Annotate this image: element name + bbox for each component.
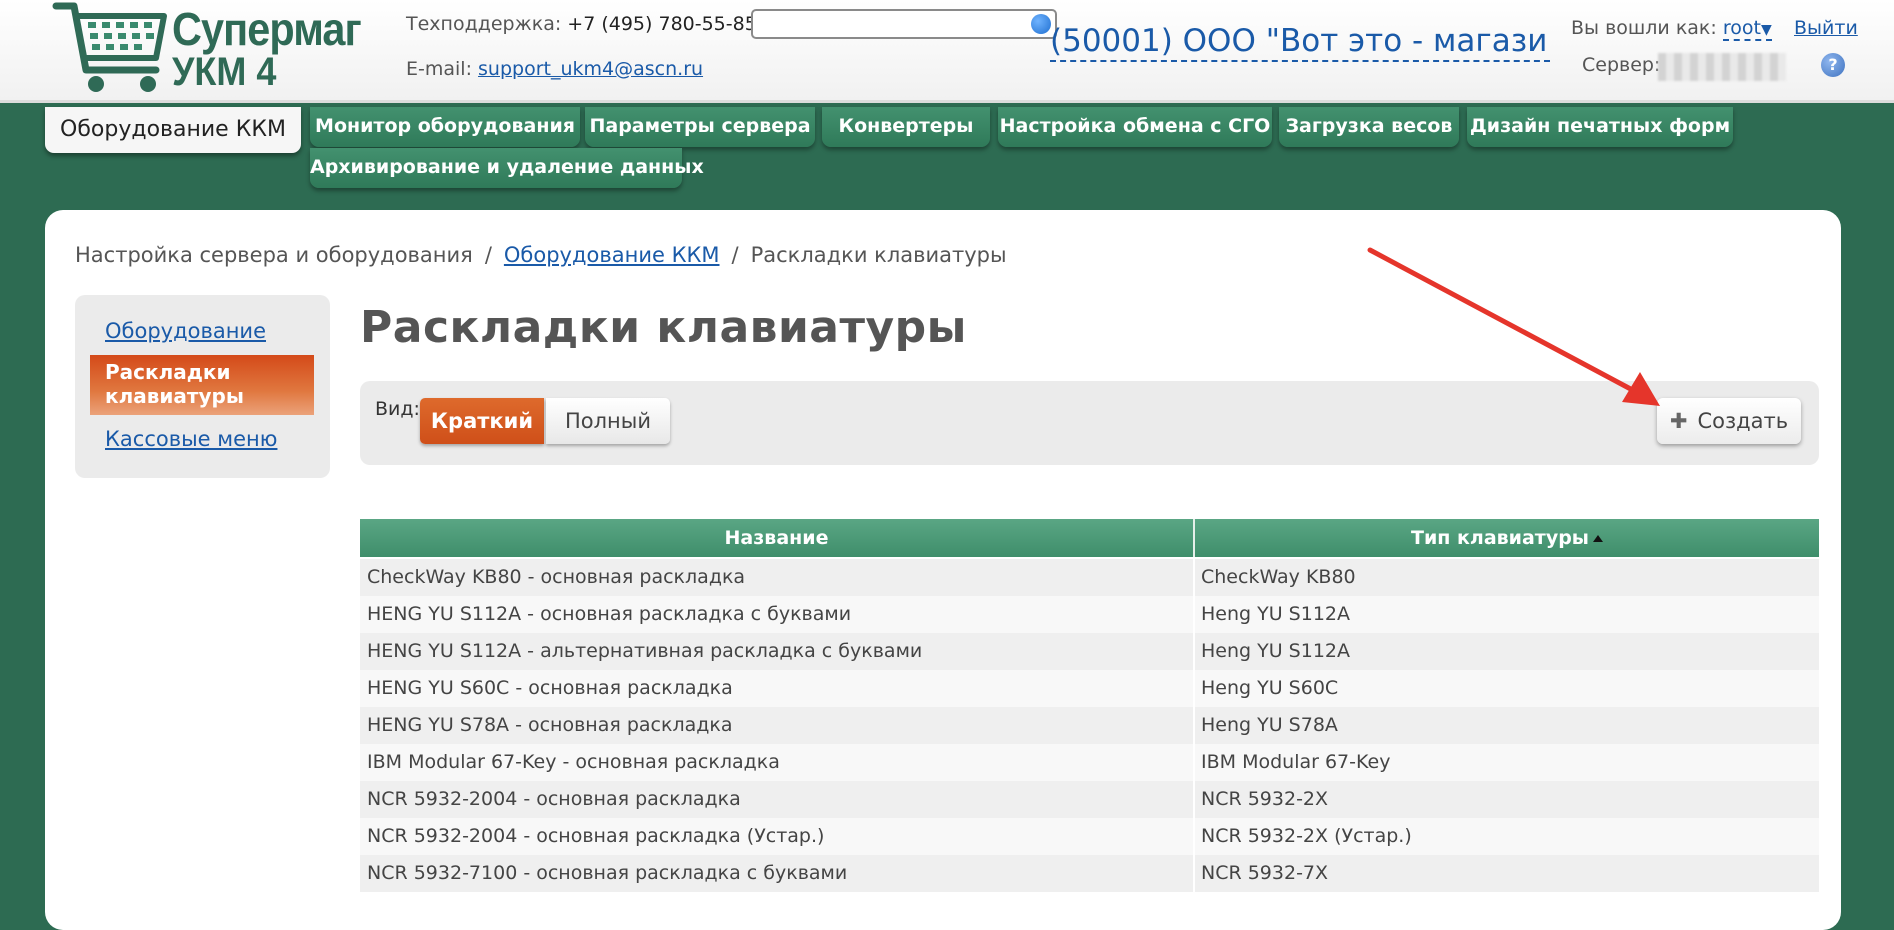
- support-email-block: E-mail: support_ukm4@ascn.ru: [406, 58, 703, 80]
- cell-name: HENG YU S60C - основная раскладка: [367, 677, 733, 699]
- user-name: root: [1722, 17, 1761, 39]
- header: Супермаг УКМ 4 Техподдержка: +7 (495) 78…: [0, 0, 1894, 103]
- sidebar-item-cash-menus[interactable]: Кассовые меню: [105, 427, 277, 451]
- table-row[interactable]: HENG YU S112A - альтернативная раскладка…: [360, 633, 1819, 670]
- search-box: [751, 9, 1057, 39]
- logo-line2: УКМ 4: [172, 50, 277, 94]
- table-row[interactable]: NCR 5932-2004 - основная раскладка NCR 59…: [360, 781, 1819, 818]
- cell-name: IBM Modular 67-Key - основная раскладка: [367, 751, 780, 773]
- help-icon[interactable]: ?: [1821, 53, 1845, 77]
- table-row[interactable]: HENG YU S60C - основная раскладка Heng YU…: [360, 670, 1819, 707]
- plus-icon: ✚: [1669, 409, 1688, 433]
- breadcrumb: Настройка сервера и оборудования / Оборудо…: [75, 243, 1007, 267]
- sidebar-item-equipment[interactable]: Оборудование: [105, 319, 266, 343]
- tab-archiving[interactable]: Архивирование и удаление данных: [310, 148, 704, 188]
- table-row[interactable]: NCR 5932-2004 - основная раскладка (Уста…: [360, 818, 1819, 855]
- server-label: Сервер:: [1582, 54, 1661, 76]
- logo[interactable]: Супермаг УКМ 4: [52, 0, 362, 98]
- column-header-name[interactable]: Название: [360, 519, 1193, 557]
- sidebar: Оборудование Раскладки клавиатуры Кассов…: [75, 295, 330, 478]
- column-header-label: Тип клавиатуры: [1411, 527, 1589, 549]
- view-short-button[interactable]: Краткий: [420, 398, 544, 444]
- cell-keyboard-type: NCR 5932-7X: [1201, 862, 1329, 884]
- support-phone-block: Техподдержка: +7 (495) 780-55-85: [406, 13, 757, 35]
- sort-ascending-icon: [1593, 535, 1603, 542]
- table-body: CheckWay KB80 - основная раскладка CheckW…: [360, 559, 1819, 892]
- search-icon[interactable]: [1031, 14, 1051, 34]
- logout-link[interactable]: Выйти: [1794, 17, 1858, 39]
- cell-name: HENG YU S112A - основная раскладка с бук…: [367, 603, 852, 625]
- tab-server-parameters[interactable]: Параметры сервера: [585, 107, 815, 147]
- tab-print-forms-design[interactable]: Дизайн печатных форм: [1467, 107, 1733, 147]
- sidebar-item-keyboard-layouts[interactable]: Раскладки клавиатуры: [90, 355, 314, 415]
- support-label: Техподдержка:: [406, 13, 562, 35]
- breadcrumb-link-kkm[interactable]: Оборудование ККМ: [504, 243, 720, 267]
- cell-name: HENG YU S78A - основная раскладка: [367, 714, 733, 736]
- email-label: E-mail:: [406, 58, 472, 80]
- breadcrumb-root: Настройка сервера и оборудования: [75, 243, 473, 267]
- column-header-label: Название: [724, 527, 829, 549]
- breadcrumb-current: Раскладки клавиатуры: [750, 243, 1007, 267]
- cell-name: NCR 5932-2004 - основная раскладка: [367, 788, 741, 810]
- support-phone: +7 (495) 780-55-85: [567, 13, 757, 35]
- shopping-cart-icon: [52, 2, 167, 92]
- view-full-button[interactable]: Полный: [546, 398, 670, 444]
- view-label: Вид:: [375, 398, 420, 420]
- column-header-keyboard-type[interactable]: Тип клавиатуры: [1195, 519, 1819, 557]
- tab-scales-loading[interactable]: Загрузка весов: [1279, 107, 1459, 147]
- cell-keyboard-type: Heng YU S112A: [1201, 640, 1350, 662]
- cell-keyboard-type: CheckWay KB80: [1201, 566, 1356, 588]
- table-row[interactable]: IBM Modular 67-Key - основная раскладка I…: [360, 744, 1819, 781]
- search-input[interactable]: [757, 13, 1031, 37]
- table-header: Название Тип клавиатуры: [360, 519, 1819, 557]
- cell-keyboard-type: NCR 5932-2X: [1201, 788, 1329, 810]
- table-row[interactable]: CheckWay KB80 - основная раскладка CheckW…: [360, 559, 1819, 596]
- user-menu[interactable]: root▼: [1722, 17, 1772, 41]
- page-title: Раскладки клавиатуры: [360, 302, 967, 353]
- logged-in-block: Вы вошли как: root▼: [1571, 17, 1772, 41]
- server-value-redacted: [1658, 53, 1786, 81]
- breadcrumb-separator: /: [731, 243, 739, 267]
- tab-converters[interactable]: Конвертеры: [822, 107, 990, 147]
- organization-selector[interactable]: (50001) ООО "Вот это - магазин" (...: [1050, 22, 1550, 62]
- table-row[interactable]: HENG YU S78A - основная раскладка Heng YU…: [360, 707, 1819, 744]
- support-email-link[interactable]: support_ukm4@ascn.ru: [478, 58, 703, 80]
- cell-keyboard-type: Heng YU S112A: [1201, 603, 1350, 625]
- logo-line1: Супермаг: [172, 3, 362, 55]
- cell-name: CheckWay KB80 - основная раскладка: [367, 566, 746, 588]
- cell-keyboard-type: IBM Modular 67-Key: [1201, 751, 1391, 773]
- logged-in-label: Вы вошли как:: [1571, 17, 1717, 39]
- create-button[interactable]: ✚ Создать: [1657, 398, 1801, 444]
- cell-name: NCR 5932-2004 - основная раскладка (Уста…: [367, 825, 825, 847]
- chevron-down-icon: ▼: [1760, 22, 1772, 38]
- breadcrumb-separator: /: [484, 243, 492, 267]
- cell-keyboard-type: Heng YU S60C: [1201, 677, 1339, 699]
- cell-keyboard-type: Heng YU S78A: [1201, 714, 1338, 736]
- table-row[interactable]: NCR 5932-7100 - основная раскладка с бук…: [360, 855, 1819, 892]
- table-row[interactable]: HENG YU S112A - основная раскладка с бук…: [360, 596, 1819, 633]
- tab-kkm-equipment[interactable]: Оборудование ККМ: [45, 107, 301, 153]
- cell-keyboard-type: NCR 5932-2X (Устар.): [1201, 825, 1412, 847]
- tab-sgo-exchange[interactable]: Настройка обмена с СГО: [998, 107, 1272, 147]
- cell-name: NCR 5932-7100 - основная раскладка с бук…: [367, 862, 848, 884]
- cell-name: HENG YU S112A - альтернативная раскладка…: [367, 640, 923, 662]
- tab-equipment-monitor[interactable]: Монитор оборудования: [310, 107, 580, 147]
- create-button-label: Создать: [1697, 409, 1789, 433]
